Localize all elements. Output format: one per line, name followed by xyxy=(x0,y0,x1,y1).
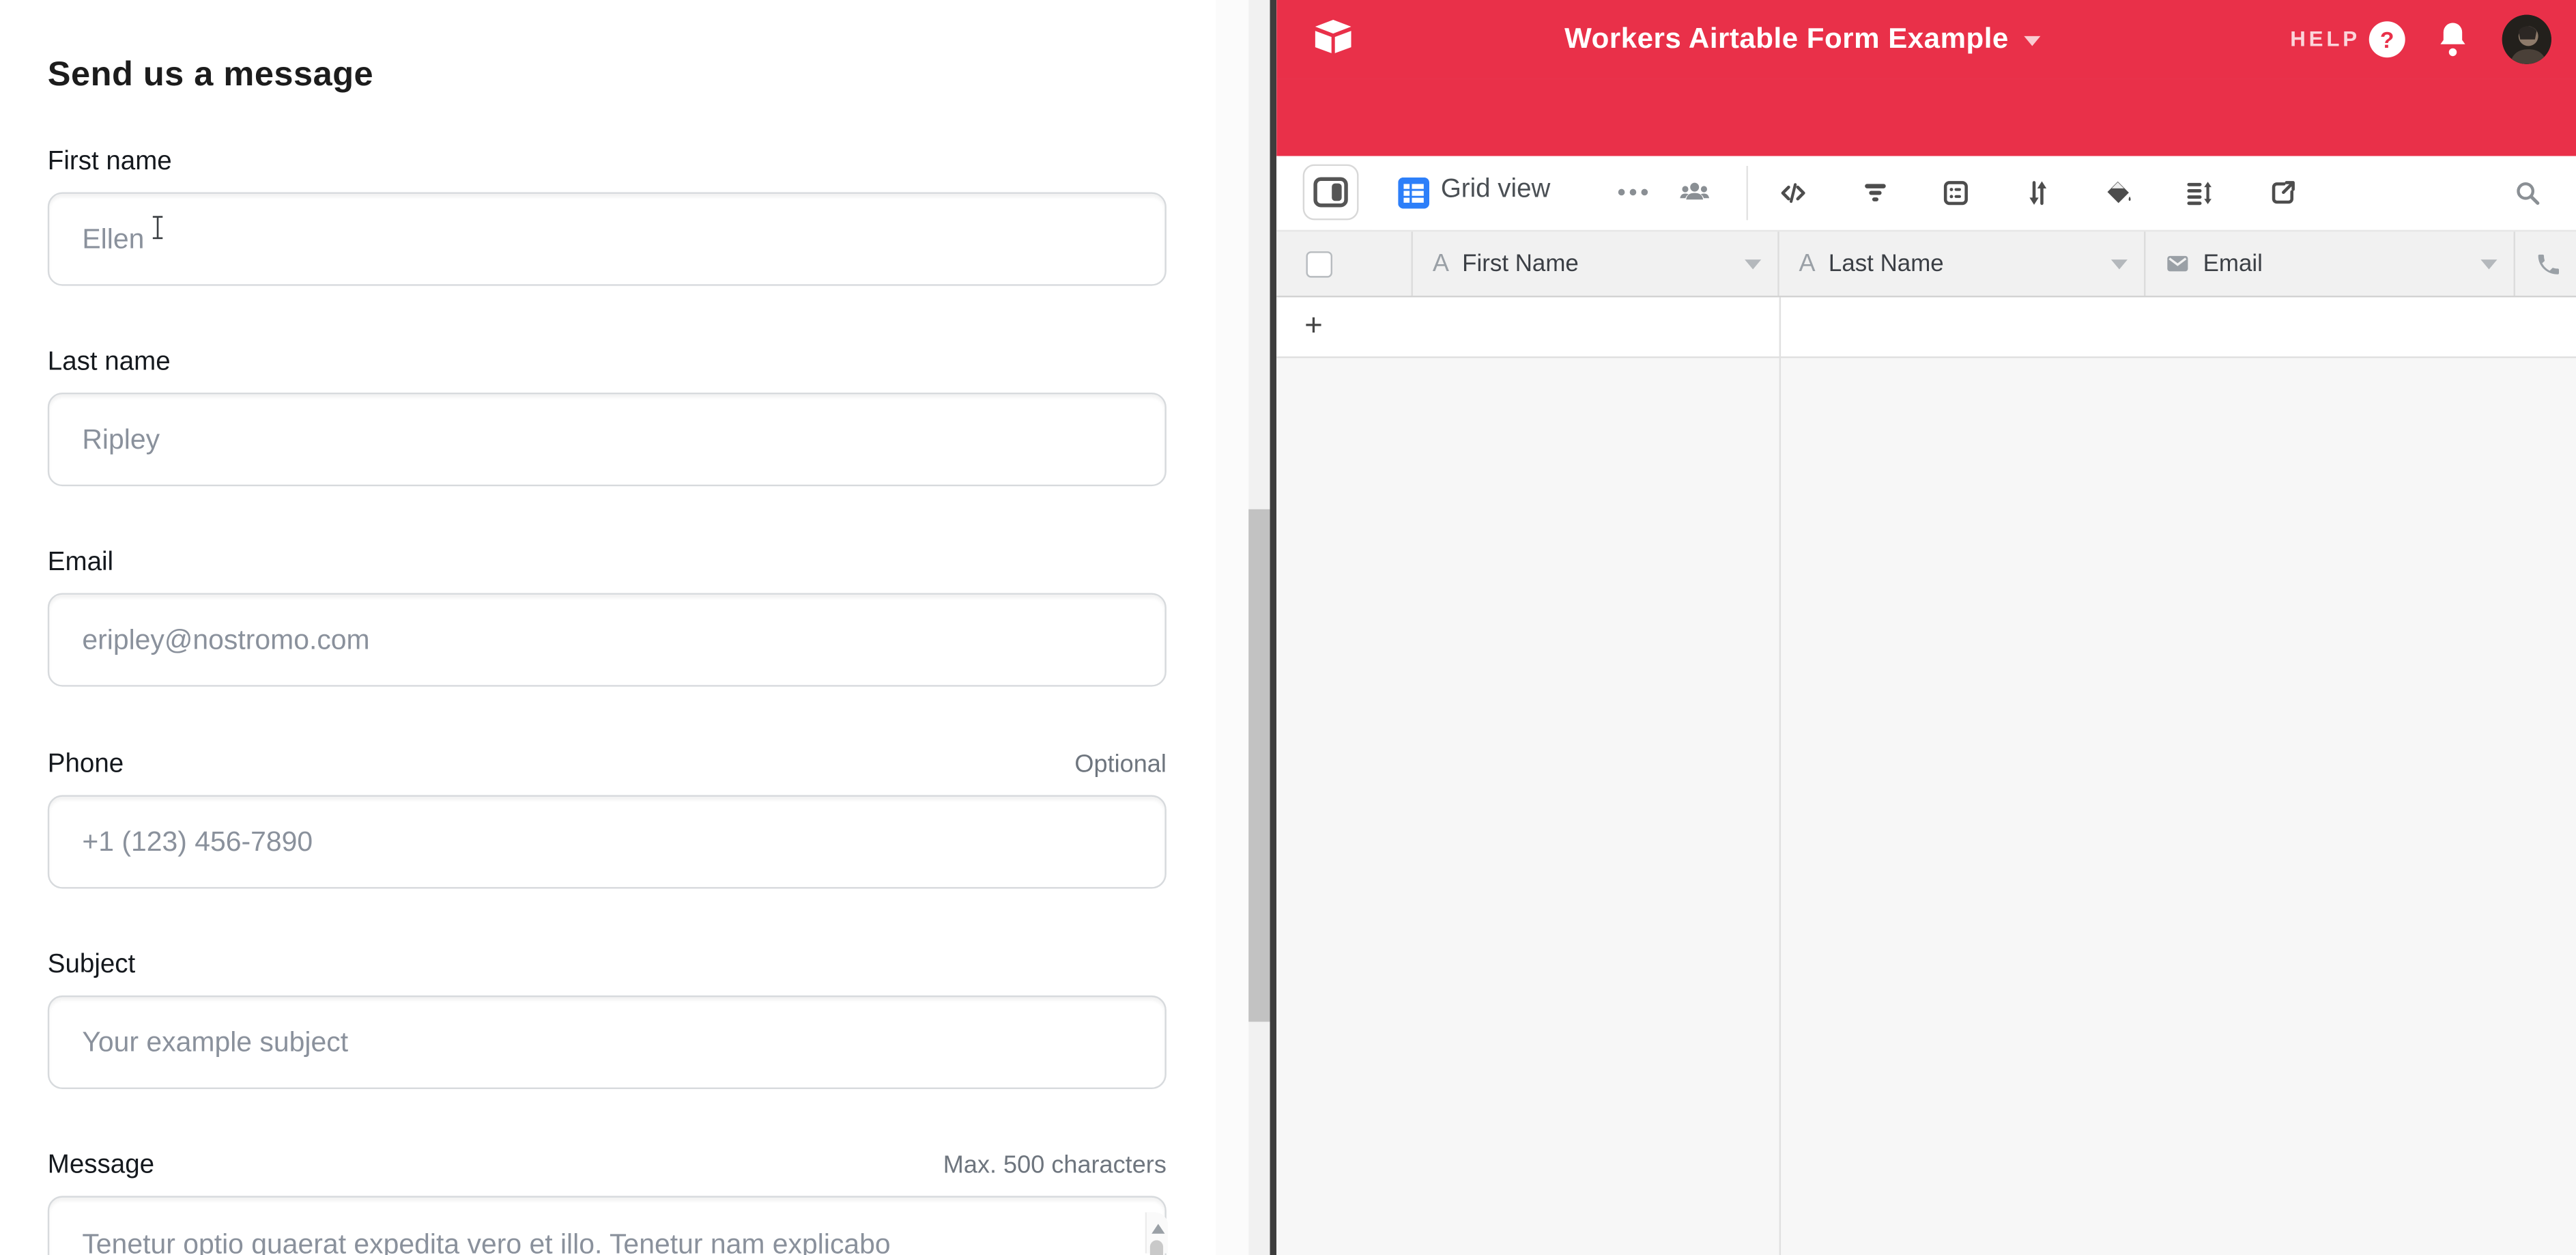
email-label: Email xyxy=(48,549,113,577)
form-window-edge xyxy=(1216,0,1248,1255)
help-question-icon[interactable]: ? xyxy=(2369,21,2405,57)
message-maxchars-note: Max. 500 characters xyxy=(943,1151,1167,1179)
scroll-up-icon[interactable] xyxy=(1151,1224,1164,1233)
text-field-icon: A xyxy=(1433,250,1449,278)
column-name: First Name xyxy=(1462,251,1579,277)
phone-label: Phone xyxy=(48,750,124,778)
phone-field[interactable] xyxy=(48,795,1167,888)
email-field-icon xyxy=(2165,251,2190,276)
airtable-header: Workers Airtable Form Example HELP ? xyxy=(1276,0,2576,79)
phone-field-icon xyxy=(2535,251,2562,277)
phone-optional-note: Optional xyxy=(1074,750,1166,778)
column-header-phone[interactable]: Phone xyxy=(2515,231,2576,296)
sort-icon[interactable] xyxy=(2022,178,2054,209)
notifications-bell-icon[interactable] xyxy=(2435,20,2471,59)
view-bar: Grid view xyxy=(1276,156,2576,230)
column-caret-icon[interactable] xyxy=(1745,259,1761,269)
column-caret-icon[interactable] xyxy=(2480,259,2497,269)
base-title-caret-icon[interactable] xyxy=(2024,36,2040,46)
view-sidebar-toggle-button[interactable] xyxy=(1303,165,1359,221)
last-name-group: Last name xyxy=(48,348,1167,486)
last-name-label: Last name xyxy=(48,348,171,376)
search-icon[interactable] xyxy=(2512,178,2543,209)
subject-label: Subject xyxy=(48,951,135,979)
share-view-icon[interactable] xyxy=(2267,178,2299,209)
add-row-plus-icon[interactable]: + xyxy=(1304,309,1323,345)
message-label: Message xyxy=(48,1151,154,1179)
first-name-group: First name xyxy=(48,148,1167,286)
select-all-checkbox[interactable] xyxy=(1306,251,1332,277)
column-name: Email xyxy=(2203,251,2263,277)
airtable-toolbar: Form Submissions SHARE AUTOMATIONS xyxy=(1276,79,2576,156)
last-name-input[interactable] xyxy=(48,393,1167,486)
base-title[interactable]: Workers Airtable Form Example xyxy=(1564,21,2009,56)
first-name-label: First name xyxy=(48,148,172,176)
color-icon[interactable] xyxy=(2103,178,2134,209)
message-scrollbar-thumb[interactable] xyxy=(1150,1240,1163,1255)
group-icon[interactable] xyxy=(1941,178,1972,209)
frozen-column-divider xyxy=(1779,297,1781,1255)
message-textarea[interactable] xyxy=(48,1196,1167,1255)
collaborators-icon[interactable] xyxy=(1679,178,1711,209)
select-all-cell xyxy=(1276,231,1413,296)
column-header-first-name[interactable]: A First Name xyxy=(1413,231,1779,296)
email-field[interactable] xyxy=(48,593,1167,686)
help-button[interactable]: HELP xyxy=(2290,26,2360,51)
page-scrollbar[interactable] xyxy=(1248,0,1270,1255)
subject-input[interactable] xyxy=(48,996,1167,1089)
phone-group: Phone Optional xyxy=(48,750,1167,888)
column-header-email[interactable]: Email xyxy=(2145,231,2515,296)
contact-form-window: Send us a message First name Last name E… xyxy=(0,0,1216,1255)
subject-group: Subject xyxy=(48,951,1167,1089)
page-scrollbar-thumb[interactable] xyxy=(1248,509,1270,1022)
add-row[interactable]: + xyxy=(1276,297,2576,358)
column-caret-icon[interactable] xyxy=(2111,259,2128,269)
hide-fields-icon[interactable] xyxy=(1777,178,1809,209)
grid-view-icon[interactable] xyxy=(1398,178,1429,209)
text-field-icon: A xyxy=(1799,250,1816,278)
first-name-input[interactable] xyxy=(48,192,1167,285)
form-title: Send us a message xyxy=(48,56,373,96)
column-header-last-name[interactable]: A Last Name xyxy=(1779,231,2146,296)
grid-header-row: A First Name A Last Name Email xyxy=(1276,230,2576,298)
airtable-window: Workers Airtable Form Example HELP ? xyxy=(1276,0,2576,1255)
sidebar-panel-icon xyxy=(1304,166,1357,218)
filter-icon[interactable] xyxy=(1860,178,1891,209)
column-name: Last Name xyxy=(1829,251,1944,277)
viewbar-divider xyxy=(1747,166,1748,220)
message-group: Message Max. 500 characters xyxy=(48,1151,1167,1255)
text-cursor-icon xyxy=(151,215,164,240)
user-avatar[interactable] xyxy=(2502,15,2551,64)
message-scrollbar[interactable] xyxy=(1145,1212,1169,1253)
email-group: Email xyxy=(48,549,1167,687)
view-name[interactable]: Grid view xyxy=(1441,175,1551,205)
grid-empty-area xyxy=(1276,358,2576,1255)
window-divider xyxy=(1270,0,1277,1255)
row-height-icon[interactable] xyxy=(2184,178,2215,209)
view-options-ellipsis-icon[interactable] xyxy=(1618,189,1625,196)
